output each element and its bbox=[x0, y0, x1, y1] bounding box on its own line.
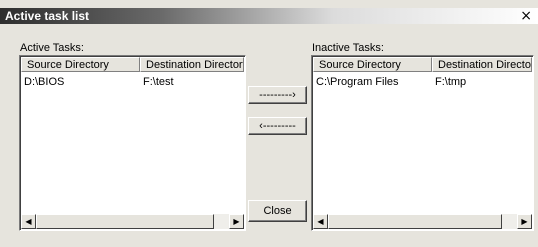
close-icon[interactable]: × bbox=[520, 8, 532, 24]
scroll-right-arrow-icon[interactable]: ▶ bbox=[229, 214, 244, 229]
title-bar[interactable]: Active task list × bbox=[0, 8, 538, 24]
inactive-row-source: C:\Program Files bbox=[316, 76, 399, 88]
active-horizontal-scrollbar[interactable]: ◀ ▶ bbox=[21, 214, 244, 229]
scroll-left-arrow-icon[interactable]: ◀ bbox=[21, 214, 36, 229]
move-to-inactive-button[interactable]: ---------› bbox=[248, 86, 307, 104]
scroll-left-arrow-icon[interactable]: ◀ bbox=[313, 214, 328, 229]
active-tasks-header: Source Directory Destination Directory bbox=[21, 57, 244, 72]
inactive-col-source-directory[interactable]: Source Directory bbox=[313, 57, 432, 72]
inactive-tasks-label: Inactive Tasks: bbox=[312, 42, 384, 54]
active-scroll-thumb[interactable] bbox=[36, 214, 214, 229]
inactive-row-destination: F:\tmp bbox=[435, 76, 467, 88]
active-col-destination-directory[interactable]: Destination Directory bbox=[140, 57, 244, 72]
inactive-scroll-thumb[interactable] bbox=[328, 214, 502, 229]
inactive-horizontal-scrollbar[interactable]: ◀ ▶ bbox=[313, 214, 532, 229]
inactive-col-destination-directory[interactable]: Destination Directory bbox=[432, 57, 532, 72]
active-tasks-list[interactable]: Source Directory Destination Directory D… bbox=[19, 55, 246, 231]
table-row[interactable]: C:\Program Files F:\tmp bbox=[313, 75, 532, 89]
inactive-tasks-list[interactable]: Source Directory Destination Directory C… bbox=[311, 55, 534, 231]
active-row-destination: F:\test bbox=[143, 76, 174, 88]
scroll-right-arrow-icon[interactable]: ▶ bbox=[517, 214, 532, 229]
move-to-active-button[interactable]: ‹--------- bbox=[248, 117, 307, 135]
window-title: Active task list bbox=[5, 9, 90, 23]
active-task-list-window: Active task list × Active Tasks: Source … bbox=[0, 0, 538, 247]
close-button[interactable]: Close bbox=[248, 200, 307, 222]
active-col-source-directory[interactable]: Source Directory bbox=[21, 57, 140, 72]
active-row-source: D:\BIOS bbox=[24, 76, 65, 88]
inactive-tasks-header: Source Directory Destination Directory bbox=[313, 57, 532, 72]
table-row[interactable]: D:\BIOS F:\test bbox=[21, 75, 244, 89]
active-tasks-label: Active Tasks: bbox=[20, 42, 84, 54]
